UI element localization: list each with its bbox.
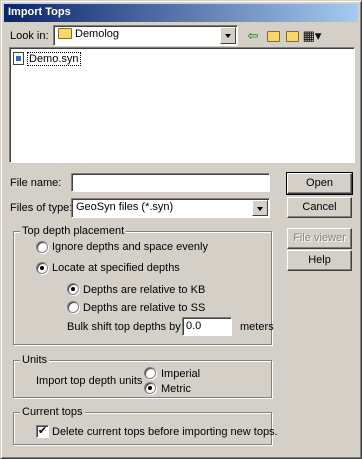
metric-label: Metric	[161, 383, 191, 395]
ignore-depths-label: Ignore depths and space evenly	[52, 241, 208, 253]
import-units-label: Import top depth units	[36, 375, 143, 387]
file-name: Demo.syn	[27, 52, 81, 66]
ignore-depths-radio[interactable]	[36, 241, 48, 253]
delete-tops-checkbox[interactable]: ✔	[36, 425, 49, 438]
relative-kb-label: Depths are relative to KB	[83, 284, 206, 296]
relative-kb-radio[interactable]	[67, 283, 79, 295]
back-arrow-icon[interactable]: ⇦	[243, 27, 263, 45]
metric-radio[interactable]	[144, 382, 156, 394]
look-in-value: Demolog	[75, 28, 120, 40]
look-in-label: Look in:	[10, 30, 49, 42]
window-title: Import Tops	[8, 6, 71, 18]
view-menu-icon[interactable]: ▦▾	[301, 27, 323, 45]
file-viewer-button[interactable]: File viewer	[287, 228, 352, 249]
relative-ss-radio[interactable]	[67, 301, 79, 313]
file-name-label: File name:	[10, 177, 62, 189]
file-type-dropdown-button[interactable]	[252, 200, 268, 216]
open-button[interactable]: Open	[286, 172, 353, 195]
locate-depths-radio[interactable]	[36, 262, 48, 274]
folder-icon	[58, 28, 72, 39]
look-in-dropdown-button[interactable]	[220, 27, 236, 44]
file-list[interactable]: Demo.syn	[9, 47, 355, 163]
group-title: Top depth placement	[20, 225, 127, 237]
import-tops-dialog: Import Tops Look in: Demolog ⇦ ▦▾ Demo.s…	[0, 0, 362, 459]
cancel-button[interactable]: Cancel	[287, 197, 352, 218]
file-type-value: GeoSyn files (*.syn)	[76, 201, 174, 213]
delete-tops-label: Delete current tops before importing new…	[52, 426, 278, 438]
new-folder-icon[interactable]	[282, 27, 302, 45]
look-in-combo[interactable]: Demolog	[53, 25, 238, 46]
group-title: Units	[20, 354, 50, 366]
relative-ss-label: Depths are relative to SS	[83, 302, 206, 314]
list-item[interactable]: Demo.syn	[13, 52, 81, 66]
bulk-shift-label: Bulk shift top depths by + -	[67, 321, 197, 333]
file-name-input[interactable]	[71, 173, 270, 192]
file-type-select[interactable]: GeoSyn files (*.syn)	[71, 198, 270, 218]
group-title: Current tops	[20, 406, 85, 418]
imperial-radio[interactable]	[144, 367, 156, 379]
locate-depths-label: Locate at specified depths	[52, 262, 180, 274]
bulk-shift-input[interactable]: 0.0	[182, 317, 232, 336]
title-bar[interactable]: Import Tops	[4, 4, 358, 22]
file-type-label: Files of type:	[10, 202, 73, 214]
up-folder-icon[interactable]	[263, 27, 283, 45]
imperial-label: Imperial	[161, 368, 201, 380]
bulk-shift-unit: meters	[240, 321, 274, 333]
help-button[interactable]: Help	[287, 250, 352, 271]
file-icon	[13, 52, 24, 65]
